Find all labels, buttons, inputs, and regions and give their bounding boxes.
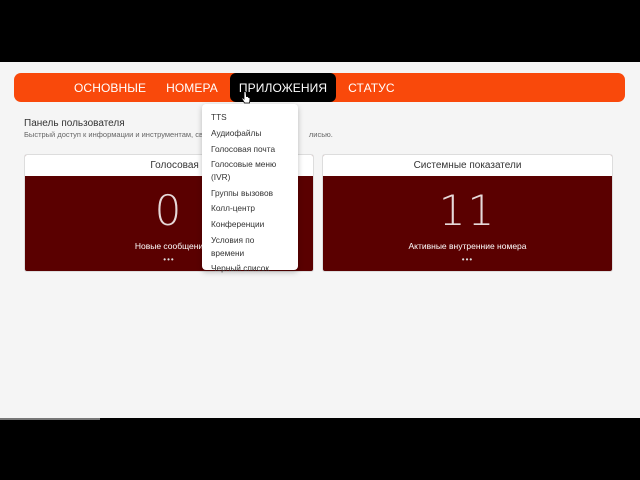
dropdown-item-time-conditions[interactable]: Условия по времени <box>202 234 298 259</box>
dropdown-item-conferences[interactable]: Конференции <box>202 218 298 231</box>
dropdown-item-ivr-suffix[interactable]: (IVR) <box>202 171 298 184</box>
dropdown-item-ivr[interactable]: Голосовые меню <box>202 158 298 171</box>
nav-numbers[interactable]: НОМЕРА <box>156 73 228 102</box>
system-stats-more-icon[interactable]: ••• <box>323 255 612 264</box>
page-title: Панель пользователя <box>24 118 125 129</box>
system-stats-card-header: Системные показатели <box>323 155 612 176</box>
hand-cursor-icon <box>241 91 251 104</box>
dropdown-item-audiofiles[interactable]: Аудиофайлы <box>202 127 298 140</box>
system-stats-card-title: Системные показатели <box>413 160 522 171</box>
active-extensions-count: 11 <box>438 186 497 235</box>
active-extensions-caption: Активные внутренние номера <box>408 241 527 251</box>
system-stats-card[interactable]: Системные показатели 11 Активные внутрен… <box>322 154 613 272</box>
page-subtitle-end: лисью. <box>308 130 333 139</box>
applications-dropdown: TTS Аудиофайлы Голосовая почта Голосовые… <box>202 104 298 273</box>
browser-viewport: ОСНОВНЫЕ НОМЕРА ПРИЛОЖЕНИЯ СТАТУС Панель… <box>0 62 640 418</box>
dropdown-item-voicemail[interactable]: Голосовая почта <box>202 143 298 156</box>
bottom-strip <box>0 418 100 420</box>
page-subtitle-start: Быстрый доступ к информации и инструмент… <box>24 130 207 139</box>
nav-basic[interactable]: ОСНОВНЫЕ <box>64 73 156 102</box>
dropdown-item-blacklist[interactable]: Черный список <box>202 262 298 275</box>
nav-status[interactable]: СТАТУС <box>338 73 405 102</box>
dropdown-item-call-center[interactable]: Колл-центр <box>202 202 298 215</box>
main-navbar: ОСНОВНЫЕ НОМЕРА ПРИЛОЖЕНИЯ СТАТУС <box>14 73 625 102</box>
dropdown-item-call-groups[interactable]: Группы вызовов <box>202 187 298 200</box>
dropdown-item-tts[interactable]: TTS <box>202 111 298 124</box>
